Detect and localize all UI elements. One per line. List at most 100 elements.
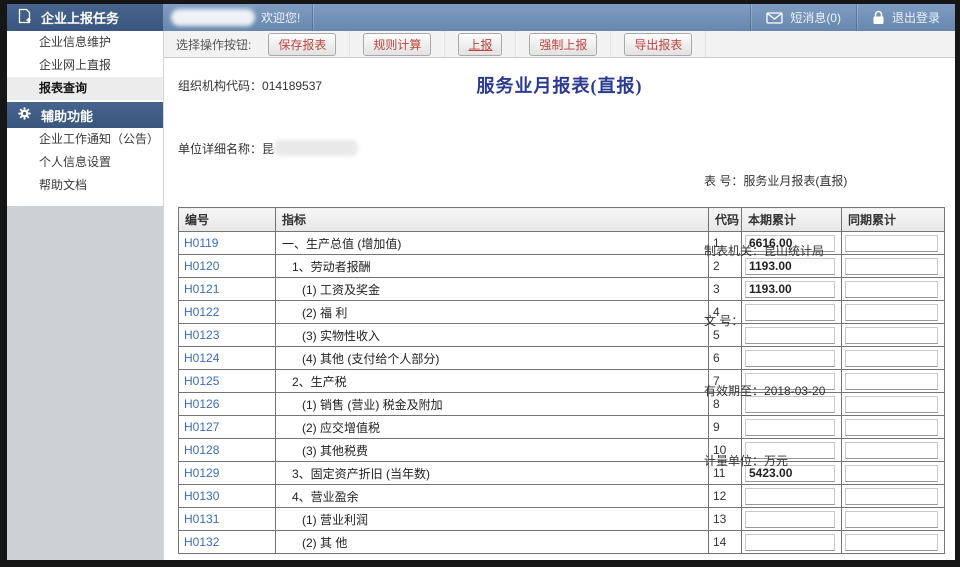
- row-id-link[interactable]: H0126: [184, 397, 219, 411]
- row-id-link[interactable]: H0128: [184, 443, 219, 457]
- meta-label: 文 号：: [704, 314, 743, 328]
- logout-button[interactable]: 退出登录: [856, 4, 955, 31]
- same-period-total-input[interactable]: [845, 465, 938, 482]
- sidebar-section-title: 企业上报任务: [41, 8, 119, 27]
- row-id-cell: H0124: [179, 347, 276, 370]
- report-meta-right: 表 号：服务业月报表(直报) 制表机关：昆山统计局 文 号： 有效期至：2018…: [704, 103, 847, 506]
- row-id-link[interactable]: H0131: [184, 512, 219, 526]
- sidebar-item-report-query[interactable]: 报表查询: [7, 77, 163, 100]
- row-id-cell: H0126: [179, 393, 276, 416]
- same-period-total-input[interactable]: [845, 442, 938, 459]
- row-id-cell: H0131: [179, 508, 276, 531]
- row-current-cell: [742, 508, 842, 531]
- toolbar-button[interactable]: 强制上报: [529, 33, 597, 56]
- row-code-cell: 14: [709, 531, 742, 554]
- meta-line: 有效期至：2018-03-20: [704, 383, 847, 401]
- meta-value: 万元: [764, 454, 788, 468]
- toolbar-button[interactable]: 规则计算: [363, 33, 431, 56]
- row-indicator-cell: (4) 其他 (支付给个人部分): [276, 347, 709, 370]
- row-code-cell: 13: [709, 508, 742, 531]
- row-id-cell: H0121: [179, 278, 276, 301]
- toolbar-label: 选择操作按钮:: [176, 36, 251, 53]
- toolbar-button[interactable]: 导出报表: [624, 33, 692, 56]
- window-frame: 企业上报任务 欢迎您! 短消息(0): [0, 0, 960, 567]
- row-indicator-cell: 4、营业盈余: [276, 485, 709, 508]
- meta-label: 计量单位：: [704, 454, 764, 468]
- col-header-same-period-total: 同期累计: [842, 208, 945, 232]
- table-row: H0131 (1) 营业利润 13: [179, 508, 945, 531]
- row-id-cell: H0129: [179, 462, 276, 485]
- row-same-period-cell: [842, 416, 945, 439]
- toolbar-buttons: 保存报表 规则计算 上报 强制上报: [255, 31, 706, 57]
- same-period-total-input[interactable]: [845, 488, 938, 505]
- toolbar-button[interactable]: 保存报表: [268, 33, 336, 56]
- meta-value: 昆山统计局: [764, 244, 824, 258]
- row-id-link[interactable]: H0123: [184, 328, 219, 342]
- same-period-total-input[interactable]: [845, 511, 938, 528]
- meta-label: 表 号：: [704, 174, 743, 188]
- current-total-input[interactable]: [745, 534, 835, 551]
- same-period-total-input[interactable]: [845, 304, 938, 321]
- messages-button[interactable]: 短消息(0): [750, 4, 856, 31]
- body-row: 企业信息维护 企业网上直报 报表查询: [7, 31, 955, 560]
- row-same-period-cell: [842, 462, 945, 485]
- same-period-total-input[interactable]: [845, 235, 938, 252]
- row-id-link[interactable]: H0124: [184, 351, 219, 365]
- sidebar-item-enterprise-info[interactable]: 企业信息维护: [7, 31, 163, 54]
- row-current-cell: [742, 531, 842, 554]
- sidebar-item-help-docs[interactable]: 帮助文档: [7, 174, 163, 197]
- toolbar-button[interactable]: 上报: [458, 33, 502, 56]
- row-indicator-cell: 3、固定资产折旧 (当年数): [276, 462, 709, 485]
- meta-line: 制表机关：昆山统计局: [704, 243, 847, 261]
- topbar: 欢迎您! 短消息(0): [163, 4, 955, 31]
- same-period-total-input[interactable]: [845, 327, 938, 344]
- sidebar-item-work-notice[interactable]: 企业工作通知（公告）: [7, 128, 163, 151]
- row-id-link[interactable]: H0125: [184, 374, 219, 388]
- topbar-user-area: 欢迎您!: [163, 4, 313, 31]
- logout-label: 退出登录: [892, 9, 940, 26]
- same-period-total-input[interactable]: [845, 281, 938, 298]
- col-header-indicator: 指标: [276, 208, 709, 232]
- meta-value: 服务业月报表(直报): [743, 174, 847, 188]
- report-content: 服务业月报表(直报) 表 号：服务业月报表(直报) 制表机关：昆山统计局 文 号…: [164, 58, 955, 560]
- row-indicator-cell: 2、生产税: [276, 370, 709, 393]
- same-period-total-input[interactable]: [845, 534, 938, 551]
- sidebar-menu: 企业信息维护 企业网上直报 报表查询: [7, 31, 163, 206]
- row-indicator-cell: (3) 其他税费: [276, 439, 709, 462]
- meta-label: 有效期至：: [704, 384, 764, 398]
- row-indicator-cell: (1) 工资及奖金: [276, 278, 709, 301]
- row-same-period-cell: [842, 508, 945, 531]
- lock-icon: [872, 10, 885, 25]
- row-id-link[interactable]: H0122: [184, 305, 219, 319]
- row-id-link[interactable]: H0129: [184, 466, 219, 480]
- toolbar-button-cell: 上报: [445, 31, 516, 57]
- row-indicator-cell: 1、劳动者报酬: [276, 255, 709, 278]
- meta-label: 制表机关：: [704, 244, 764, 258]
- row-id-link[interactable]: H0132: [184, 535, 219, 549]
- row-same-period-cell: [842, 301, 945, 324]
- row-same-period-cell: [842, 347, 945, 370]
- row-id-link[interactable]: H0121: [184, 282, 219, 296]
- gear-icon: [17, 106, 32, 124]
- row-same-period-cell: [842, 439, 945, 462]
- same-period-total-input[interactable]: [845, 419, 938, 436]
- sidebar: 企业信息维护 企业网上直报 报表查询: [7, 31, 163, 560]
- row-indicator-cell: (1) 销售 (营业) 税金及附加: [276, 393, 709, 416]
- row-id-link[interactable]: H0119: [184, 236, 218, 250]
- current-total-input[interactable]: [745, 511, 835, 528]
- row-id-link[interactable]: H0130: [184, 489, 219, 503]
- toolbar-button-cell: 强制上报: [516, 31, 611, 57]
- same-period-total-input[interactable]: [845, 373, 938, 390]
- main-area: 选择操作按钮: 保存报表 规则计算: [163, 31, 955, 560]
- envelope-icon: [766, 12, 783, 24]
- sidebar-item-personal-settings[interactable]: 个人信息设置: [7, 151, 163, 174]
- row-indicator-cell: 一、生产总值 (增加值): [276, 232, 709, 255]
- same-period-total-input[interactable]: [845, 258, 938, 275]
- same-period-total-input[interactable]: [845, 396, 938, 413]
- row-id-cell: H0123: [179, 324, 276, 347]
- row-id-link[interactable]: H0127: [184, 420, 219, 434]
- same-period-total-input[interactable]: [845, 350, 938, 367]
- sidebar-item-online-report[interactable]: 企业网上直报: [7, 54, 163, 77]
- company-name-prefix: 昆: [262, 142, 274, 156]
- row-id-link[interactable]: H0120: [184, 259, 219, 273]
